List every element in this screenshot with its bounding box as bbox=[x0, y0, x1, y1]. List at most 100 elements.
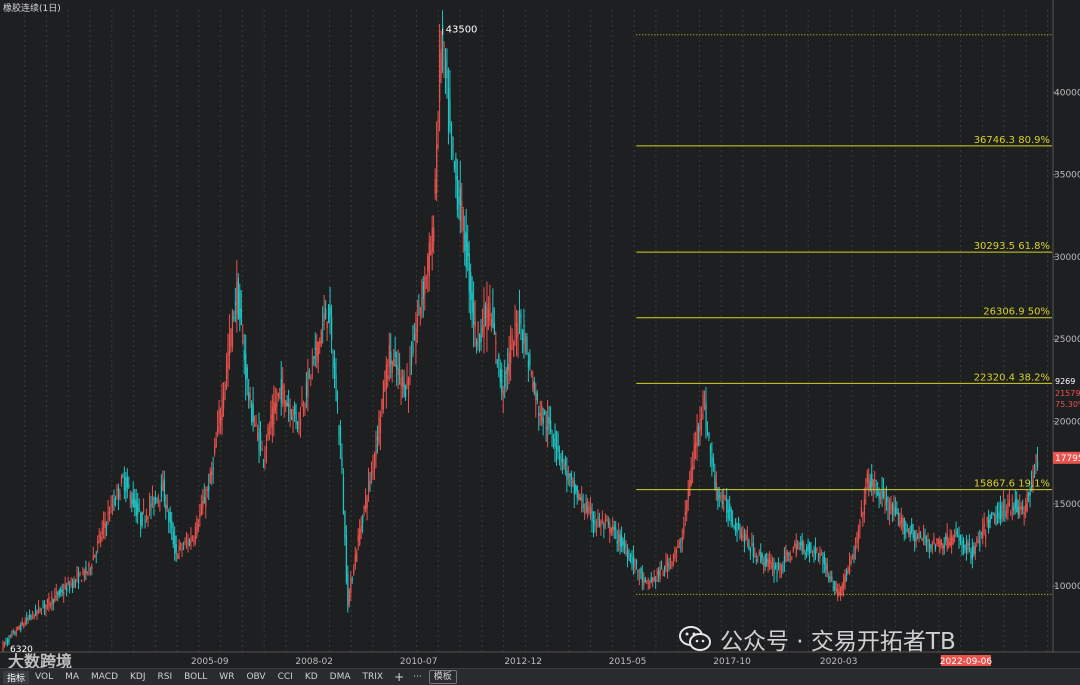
candle-body bbox=[151, 494, 154, 501]
candle-body bbox=[769, 559, 771, 564]
candle-body bbox=[1007, 503, 1009, 514]
candle-body bbox=[462, 209, 464, 231]
candle-body bbox=[157, 496, 160, 499]
candle-body bbox=[255, 422, 257, 424]
candle-body bbox=[384, 388, 386, 390]
candle-body bbox=[505, 368, 507, 375]
candle-body bbox=[627, 550, 629, 559]
candle-body bbox=[735, 518, 737, 532]
candle-body bbox=[1013, 507, 1015, 511]
indicator-trix[interactable]: TRIX bbox=[357, 672, 390, 682]
indicator-wr[interactable]: WR bbox=[213, 672, 240, 682]
indicator-tab[interactable]: 指标 bbox=[3, 670, 30, 684]
candle-body bbox=[302, 407, 305, 411]
candle-body bbox=[816, 548, 818, 551]
price-tick-label: 10000 bbox=[1054, 582, 1080, 592]
candle-body bbox=[67, 581, 69, 585]
candle-body bbox=[292, 409, 294, 416]
candle-body bbox=[388, 345, 390, 367]
info-label-3: 75.30% bbox=[1055, 400, 1080, 409]
candle-body bbox=[675, 550, 678, 554]
candle-body bbox=[612, 526, 614, 530]
candle-body bbox=[27, 618, 29, 620]
indicator-ma[interactable]: MA bbox=[59, 672, 85, 682]
more-button[interactable]: ··· bbox=[409, 672, 426, 682]
indicator-obv[interactable]: OBV bbox=[240, 672, 271, 682]
candle-body bbox=[860, 507, 863, 517]
candle-body bbox=[899, 520, 901, 526]
candle-body bbox=[353, 569, 355, 574]
candle-body bbox=[541, 405, 543, 422]
candle-body bbox=[806, 547, 808, 552]
indicator-vol[interactable]: VOL bbox=[29, 672, 59, 682]
candle-body bbox=[234, 302, 237, 306]
indicator-cci[interactable]: CCI bbox=[272, 672, 299, 682]
candle-body bbox=[746, 535, 749, 539]
chart-window: 10000 15000 20000 25000 30000 35000 40000 2005-… bbox=[0, 0, 1080, 685]
candle-body bbox=[527, 360, 530, 368]
indicator-dma[interactable]: DMA bbox=[324, 672, 357, 682]
candle-body bbox=[322, 324, 324, 326]
candle-body bbox=[237, 277, 240, 319]
candle-body bbox=[299, 419, 302, 426]
candle-body bbox=[100, 536, 102, 542]
candle-body bbox=[193, 540, 195, 543]
candle-body bbox=[521, 330, 524, 345]
candle-body bbox=[239, 290, 241, 319]
indicator-rsi[interactable]: RSI bbox=[152, 672, 179, 682]
candle-body bbox=[246, 367, 248, 378]
candle-body bbox=[797, 547, 799, 549]
candle-body bbox=[743, 533, 746, 544]
candle-body bbox=[6, 639, 9, 643]
candlestick-chart[interactable]: 10000 15000 20000 25000 30000 35000 40000 2005-… bbox=[0, 0, 1080, 668]
candle-body bbox=[63, 591, 65, 595]
current-date-label: 2022-09-06 bbox=[940, 657, 993, 667]
candle-body bbox=[1025, 503, 1027, 512]
candle-body bbox=[594, 522, 596, 524]
candle-body bbox=[933, 536, 935, 544]
candle-body bbox=[144, 521, 146, 523]
candle-body bbox=[323, 313, 325, 322]
candle-body bbox=[214, 446, 216, 454]
high-price-label: 43500 bbox=[446, 25, 478, 36]
candle-body bbox=[325, 308, 327, 319]
candle-body bbox=[545, 427, 547, 429]
candle-body bbox=[110, 503, 112, 505]
candle-body bbox=[587, 505, 589, 513]
candle-body bbox=[468, 253, 470, 292]
candle-body bbox=[129, 493, 131, 501]
candle-body bbox=[664, 565, 666, 571]
candle-body bbox=[75, 579, 77, 582]
candle-body bbox=[995, 515, 997, 518]
candle-body bbox=[311, 361, 314, 364]
candle-body bbox=[107, 511, 109, 516]
candle-body bbox=[897, 512, 900, 517]
candle-body bbox=[755, 559, 757, 561]
candle-body bbox=[123, 477, 126, 491]
template-button[interactable]: 模板 bbox=[428, 670, 457, 684]
candle-body bbox=[951, 537, 953, 546]
price-tick-label: 35000 bbox=[1054, 171, 1080, 181]
indicator-kdj[interactable]: KDJ bbox=[124, 672, 152, 682]
candle-body bbox=[727, 509, 729, 519]
candle-body bbox=[634, 565, 636, 567]
candle-body bbox=[54, 595, 56, 603]
candle-body bbox=[422, 281, 424, 299]
candle-body bbox=[57, 592, 59, 596]
chart-title: 橡胶连续(1日) bbox=[3, 4, 61, 14]
indicator-kd[interactable]: KD bbox=[299, 672, 324, 682]
candle-body bbox=[631, 557, 633, 565]
candle-body bbox=[23, 625, 25, 627]
candle-body bbox=[641, 572, 644, 583]
candle-body bbox=[58, 590, 60, 595]
candle-body bbox=[911, 524, 913, 533]
add-indicator-button[interactable]: + bbox=[389, 670, 409, 684]
candle-body bbox=[791, 556, 793, 558]
indicator-boll[interactable]: BOLL bbox=[178, 672, 213, 682]
candle-body bbox=[76, 574, 78, 577]
candle-body bbox=[109, 516, 111, 521]
candle-body bbox=[211, 470, 213, 476]
candle-body bbox=[82, 568, 84, 575]
time-tick-label: 2017-10 bbox=[713, 657, 751, 667]
indicator-macd[interactable]: MACD bbox=[85, 672, 124, 682]
